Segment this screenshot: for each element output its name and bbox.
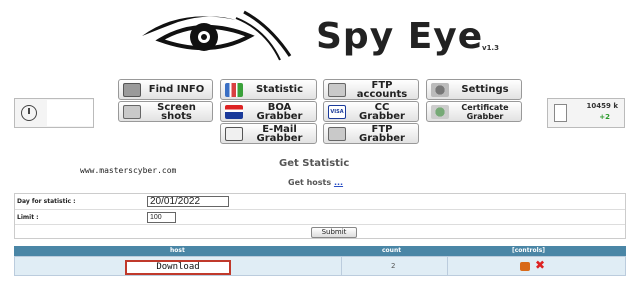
stats-delta: +2 xyxy=(599,113,610,121)
day-label: Day for statistic : xyxy=(17,198,76,205)
settings-label: Settings xyxy=(461,84,509,95)
find-info-icon xyxy=(123,82,141,97)
app-title: Spy Eye xyxy=(316,16,484,57)
limit-row: Limit : 100 xyxy=(15,210,625,225)
ftp-accounts-label: FTP accounts xyxy=(356,79,408,100)
cc-grabber-label: CC Grabber xyxy=(359,101,405,122)
envelope-icon xyxy=(225,126,243,141)
day-row: Day for statistic : 20/01/2022 xyxy=(15,194,625,210)
screenshots-label: Screen shots xyxy=(157,101,196,122)
stats-size: 10459 k xyxy=(586,102,618,110)
get-hosts-label: Get hosts xyxy=(288,178,332,187)
spyeye-eye-logo-icon xyxy=(142,10,292,61)
ftp-grabber-button[interactable]: FTP Grabber xyxy=(323,123,419,144)
app-version: v1.3 xyxy=(482,44,499,52)
credit-card-icon xyxy=(328,104,346,119)
ftp-accounts-button[interactable]: FTP accounts xyxy=(323,79,419,100)
find-info-button[interactable]: Find INFO xyxy=(118,79,213,100)
submit-button[interactable]: Submit xyxy=(311,227,357,238)
screenshot-icon xyxy=(123,104,141,119)
email-grabber-label: E-Mail Grabber xyxy=(256,123,303,144)
count-column-header: count xyxy=(382,247,402,254)
delete-icon[interactable]: ✖ xyxy=(535,259,545,271)
hosts-table: host count [controls] Download 2 ✖ xyxy=(14,246,626,276)
get-hosts-heading: Get hosts ... xyxy=(288,178,343,187)
host-count: 2 xyxy=(391,262,396,270)
get-hosts-link[interactable]: ... xyxy=(334,178,343,187)
ftp-server-icon xyxy=(328,126,346,141)
controls-column-header: [controls] xyxy=(512,247,546,254)
ftp-grabber-label: FTP Grabber xyxy=(359,123,405,144)
boa-grabber-button[interactable]: BOA Grabber xyxy=(220,101,317,122)
gear-icon xyxy=(431,82,449,97)
certificate-icon xyxy=(431,104,449,119)
email-grabber-button[interactable]: E-Mail Grabber xyxy=(220,123,317,144)
cc-grabber-button[interactable]: CC Grabber xyxy=(323,101,419,122)
certificate-grabber-button[interactable]: Certificate Grabber xyxy=(426,101,522,122)
stats-widget: 10459 k +2 xyxy=(547,98,625,128)
time-widget xyxy=(14,98,94,128)
table-row: Download 2 ✖ xyxy=(14,256,626,276)
day-input[interactable]: 20/01/2022 xyxy=(147,196,229,207)
statistic-chart-icon xyxy=(225,82,243,97)
download-host-link[interactable]: Download xyxy=(125,260,231,275)
certificate-grabber-label: Certificate Grabber xyxy=(461,102,509,121)
clock-icon xyxy=(21,105,37,121)
table-header: host count [controls] xyxy=(14,246,626,256)
limit-input[interactable]: 100 xyxy=(147,212,176,223)
statistic-button[interactable]: Statistic xyxy=(220,79,317,100)
limit-label: Limit : xyxy=(17,214,39,221)
statistic-label: Statistic xyxy=(255,84,304,95)
edit-icon[interactable] xyxy=(520,262,530,271)
ftp-server-icon xyxy=(328,82,346,97)
settings-button[interactable]: Settings xyxy=(426,79,522,100)
host-column-header: host xyxy=(170,247,185,254)
boa-flag-icon xyxy=(225,104,243,119)
boa-grabber-label: BOA Grabber xyxy=(256,101,303,122)
watermark-text: www.masterscyber.com xyxy=(80,166,177,175)
page-title: Get Statistic xyxy=(279,158,350,169)
screenshots-button[interactable]: Screen shots xyxy=(118,101,213,122)
document-icon xyxy=(554,104,567,122)
find-info-label: Find INFO xyxy=(148,84,205,95)
statistic-form: Day for statistic : 20/01/2022 Limit : 1… xyxy=(14,193,626,239)
